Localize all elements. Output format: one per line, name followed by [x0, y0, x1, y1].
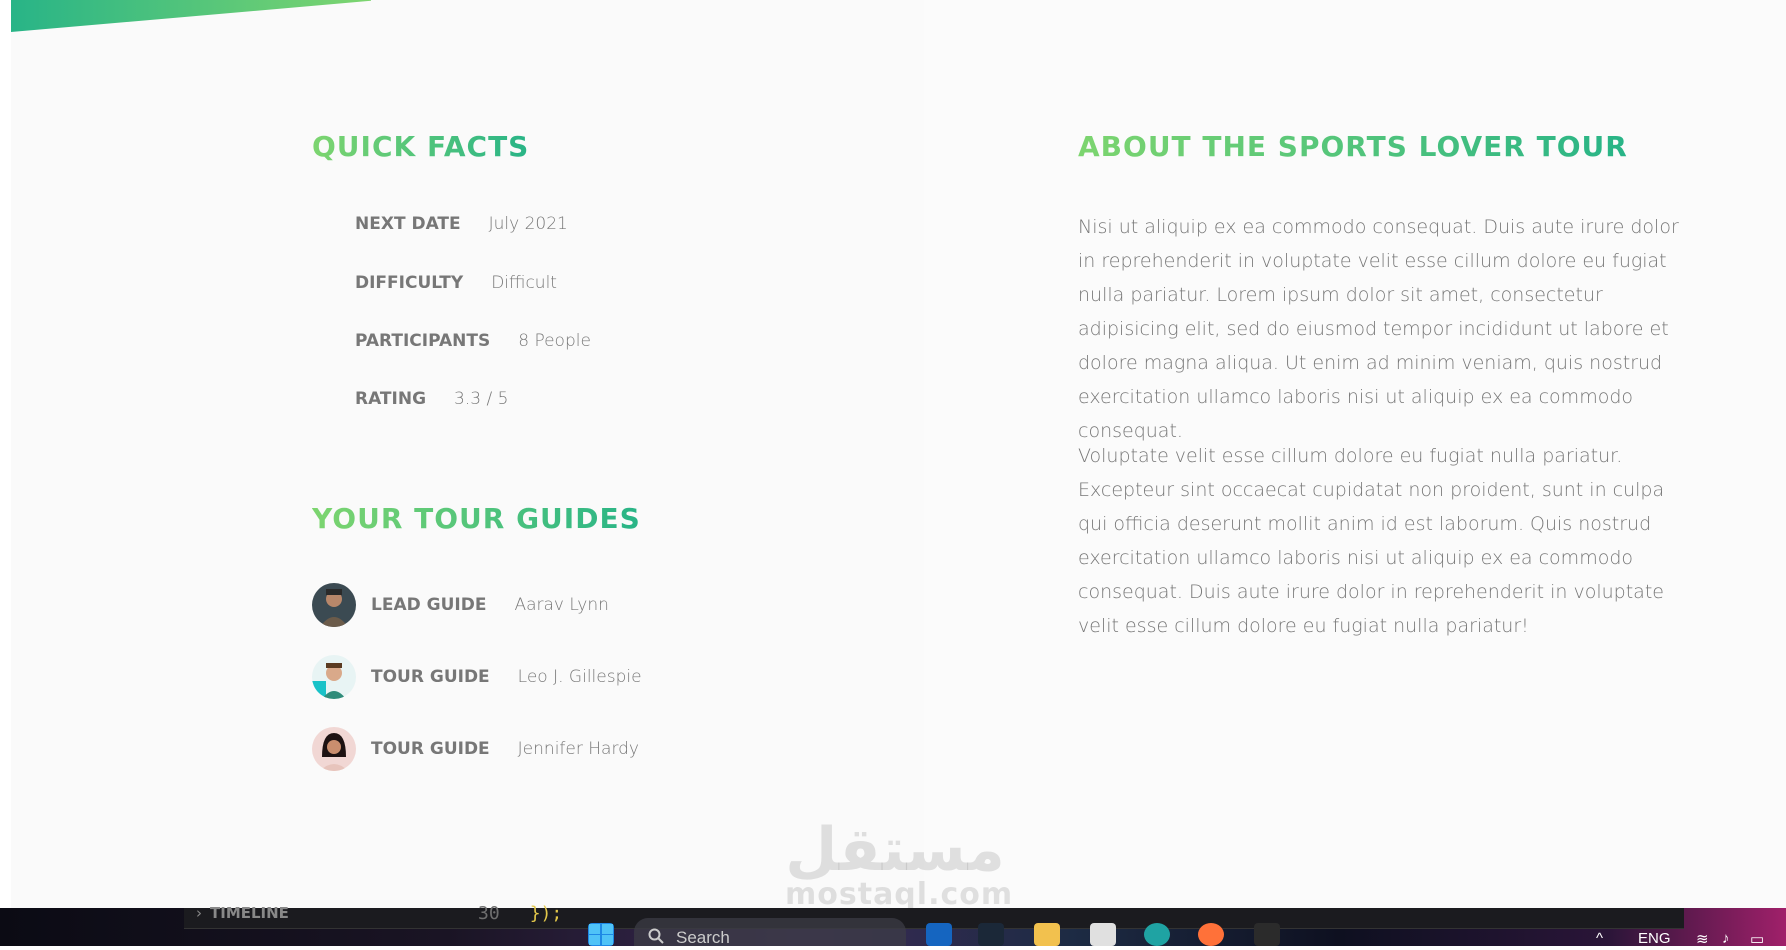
fact-value: July 2021 [488, 214, 568, 234]
about-paragraph: Voluptate velit esse cillum dolore eu fu… [1078, 445, 1665, 637]
store-icon[interactable] [1090, 923, 1116, 946]
fact-value: 3.3 / 5 [454, 389, 509, 409]
fact-label: DIFFICULTY [355, 273, 464, 293]
guide-role: TOUR GUIDE [371, 667, 490, 687]
guide-name: Aarav Lynn [514, 595, 609, 615]
steam-icon[interactable] [978, 923, 1004, 946]
wifi-icon[interactable]: ≋ [1696, 930, 1709, 948]
fact-participants: PARTICIPANTS 8 People [355, 326, 591, 356]
fact-next-date: NEXT DATE July 2021 [355, 209, 568, 239]
file-explorer-icon[interactable] [926, 923, 952, 946]
chevron-up-icon[interactable]: ^ [1596, 930, 1603, 947]
guide-role: TOUR GUIDE [371, 739, 490, 759]
watermark: مستقل mostaql.com [785, 815, 1014, 912]
search-icon [648, 928, 664, 944]
taskbar-search[interactable] [634, 918, 906, 946]
edge-icon[interactable] [1144, 923, 1170, 946]
language-indicator[interactable]: ENG [1638, 930, 1671, 947]
volume-icon[interactable]: ♪ [1722, 930, 1730, 947]
about-paragraph: Nisi ut aliquip ex ea commodo consequat.… [1078, 216, 1679, 442]
fact-label: NEXT DATE [355, 214, 461, 234]
fact-difficulty: DIFFICULTY Difficult [355, 268, 557, 298]
about-heading: ABOUT THE SPORTS LOVER TOUR [1078, 130, 1628, 163]
avatar [312, 655, 356, 699]
watermark-latin: mostaql.com [785, 877, 1014, 912]
avatar [312, 727, 356, 771]
app-icon[interactable] [1254, 923, 1280, 946]
guide-name: Leo J. Gillespie [517, 667, 642, 687]
guide-role: LEAD GUIDE [371, 595, 487, 615]
fact-rating: RATING 3.3 / 5 [355, 384, 508, 414]
fact-value: Difficult [491, 273, 557, 293]
guide-item: LEAD GUIDE Aarav Lynn [312, 583, 609, 627]
battery-icon[interactable]: ▭ [1750, 930, 1764, 948]
quick-facts-heading: QUICK FACTS [312, 130, 530, 163]
avatar [312, 583, 356, 627]
watermark-arabic: مستقل [785, 815, 1005, 885]
firefox-icon[interactable] [1198, 923, 1224, 946]
folder-icon[interactable] [1034, 923, 1060, 946]
fact-label: PARTICIPANTS [355, 331, 491, 351]
guide-name: Jennifer Hardy [517, 739, 639, 759]
windows-start-icon[interactable] [588, 923, 614, 946]
guide-item: TOUR GUIDE Leo J. Gillespie [312, 655, 642, 699]
fact-label: RATING [355, 389, 427, 409]
guide-item: TOUR GUIDE Jennifer Hardy [312, 727, 639, 771]
search-placeholder[interactable]: Search [676, 928, 730, 948]
fact-value: 8 People [518, 331, 591, 351]
tour-guides-heading: YOUR TOUR GUIDES [312, 502, 641, 535]
